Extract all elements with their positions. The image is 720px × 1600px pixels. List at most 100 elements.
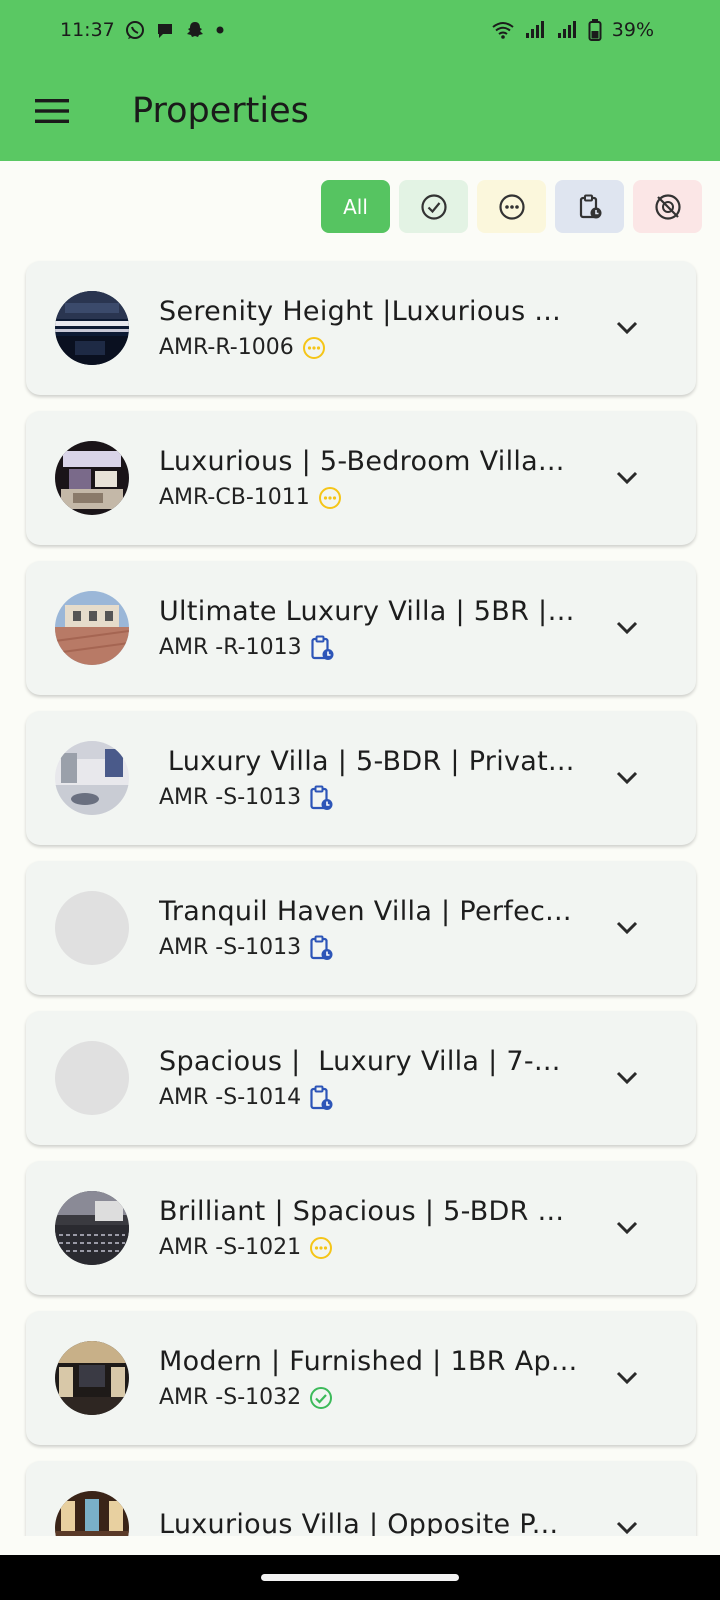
property-code: AMR -S-1013 (159, 935, 302, 960)
property-info: Serenity Height |Luxurious ... AMR-R-100… (159, 296, 579, 360)
filter-all-button[interactable]: All (321, 180, 390, 233)
filter-pending-button[interactable] (477, 180, 546, 233)
property-card[interactable]: Ultimate Luxury Villa | 5BR | ... AMR -R… (26, 561, 696, 695)
scheduled-status-icon (310, 1085, 333, 1110)
property-info: Luxurious | 5-Bedroom Villa... AMR-CB-10… (159, 446, 579, 510)
expand-button[interactable] (612, 763, 642, 793)
expand-button[interactable] (612, 463, 642, 493)
property-title: Ultimate Luxury Villa | 5BR | ... (159, 595, 579, 627)
more-circle-icon (498, 193, 525, 220)
scheduled-status-icon (310, 785, 333, 810)
expand-button[interactable] (612, 313, 642, 343)
property-code: AMR -S-1013 (159, 785, 302, 810)
property-title: Tranquil Haven Villa | Perfec... (159, 895, 572, 927)
battery-percent: 39% (611, 19, 654, 41)
filter-inactive-button[interactable] (633, 180, 702, 233)
dot-icon (215, 25, 225, 35)
scheduled-status-icon (310, 935, 333, 960)
list-bottom-mask (0, 1536, 720, 1555)
filter-all-label: All (343, 194, 368, 219)
property-thumbnail (55, 291, 129, 365)
menu-button[interactable] (22, 81, 82, 141)
property-thumbnail (55, 741, 129, 815)
chevron-down-icon (616, 771, 638, 785)
battery-icon (588, 19, 602, 41)
page-title: Properties (132, 90, 309, 131)
property-card[interactable]: Tranquil Haven Villa | Perfec... AMR -S-… (26, 861, 696, 995)
property-thumbnail-placeholder (55, 1041, 129, 1115)
property-code: AMR-CB-1011 (159, 485, 310, 510)
property-title: Luxurious | 5-Bedroom Villa... (159, 446, 565, 477)
chevron-down-icon (616, 1221, 638, 1235)
home-gesture-pill[interactable] (261, 1574, 459, 1581)
snapchat-icon (185, 20, 205, 40)
property-code-row: AMR -S-1013 (159, 935, 579, 961)
property-info: Ultimate Luxury Villa | 5BR | ... AMR -R… (159, 596, 579, 661)
wifi-icon (492, 20, 514, 40)
chevron-down-icon (616, 921, 638, 935)
pending-status-icon (318, 486, 341, 509)
pending-status-icon (310, 1236, 333, 1259)
property-card[interactable]: Brilliant | Spacious | 5-BDR ... AMR -S-… (26, 1161, 696, 1295)
property-code-row: AMR -S-1032 (159, 1385, 579, 1410)
approved-status-icon (310, 1386, 333, 1409)
chevron-down-icon (616, 471, 638, 485)
property-card[interactable]: Spacious | Luxury Villa | 7-... AMR -S-1… (26, 1011, 696, 1145)
property-code-row: AMR -S-1013 (159, 785, 579, 811)
property-code-row: AMR -S-1021 (159, 1235, 579, 1260)
property-code-row: AMR -S-1014 (159, 1085, 579, 1111)
property-thumbnail (55, 591, 129, 665)
property-card[interactable]: Luxury Villa | 5-BDR | Privat... AMR -S-… (26, 711, 696, 845)
status-left: 11:37 (60, 19, 225, 41)
property-card[interactable]: Luxurious | 5-Bedroom Villa... AMR-CB-10… (26, 411, 696, 545)
property-info: Modern | Furnished | 1BR Ap... AMR -S-10… (159, 1346, 579, 1410)
property-list: Serenity Height |Luxurious ... AMR-R-100… (26, 261, 696, 1600)
scheduled-status-icon (310, 635, 334, 660)
expand-button[interactable] (612, 913, 642, 943)
menu-icon (35, 98, 69, 123)
property-title: Serenity Height |Luxurious ... (159, 296, 561, 327)
property-code-row: AMR-R-1006 (159, 335, 579, 360)
property-code-row: AMR-CB-1011 (159, 485, 579, 510)
expand-button[interactable] (612, 1363, 642, 1393)
chevron-down-icon (616, 1371, 638, 1385)
property-title: Spacious | Luxury Villa | 7-... (159, 1045, 561, 1077)
slash-circle-icon (654, 193, 681, 220)
property-info: Luxury Villa | 5-BDR | Privat... AMR -S-… (159, 746, 579, 811)
expand-button[interactable] (612, 1063, 642, 1093)
status-filter-bar: All (321, 180, 702, 233)
property-code: AMR -S-1021 (159, 1235, 302, 1260)
property-title: Brilliant | Spacious | 5-BDR ... (159, 1196, 565, 1227)
property-code: AMR-R-1006 (159, 335, 294, 360)
property-info: Brilliant | Spacious | 5-BDR ... AMR -S-… (159, 1196, 579, 1260)
filter-scheduled-button[interactable] (555, 180, 624, 233)
chevron-down-icon (616, 621, 638, 635)
property-card[interactable]: Modern | Furnished | 1BR Ap... AMR -S-10… (26, 1311, 696, 1445)
property-info: Spacious | Luxury Villa | 7-... AMR -S-1… (159, 1046, 579, 1111)
property-thumbnail-placeholder (55, 891, 129, 965)
app-bar: Properties (0, 60, 720, 161)
chevron-down-icon (616, 321, 638, 335)
property-title: Luxury Villa | 5-BDR | Privat... (159, 745, 575, 777)
pending-status-icon (302, 336, 325, 359)
signal-icon (556, 20, 578, 40)
property-thumbnail (55, 441, 129, 515)
property-card[interactable]: Serenity Height |Luxurious ... AMR-R-100… (26, 261, 696, 395)
property-code: AMR -R-1013 (159, 635, 302, 660)
status-bar: 11:37 39% (0, 0, 720, 60)
property-title: Luxurious Villa | Opposite P... (159, 1508, 559, 1540)
property-code: AMR -S-1014 (159, 1085, 302, 1110)
property-info: Tranquil Haven Villa | Perfec... AMR -S-… (159, 896, 579, 961)
filter-approved-button[interactable] (399, 180, 468, 233)
property-code-row: AMR -R-1013 (159, 635, 579, 661)
property-thumbnail (55, 1341, 129, 1415)
status-time: 11:37 (60, 19, 115, 41)
expand-button[interactable] (612, 613, 642, 643)
chevron-down-icon (616, 1521, 638, 1535)
expand-button[interactable] (612, 1213, 642, 1243)
property-thumbnail (55, 1191, 129, 1265)
property-code: AMR -S-1032 (159, 1385, 302, 1410)
message-icon (155, 20, 175, 40)
status-right: 39% (492, 19, 654, 41)
signal-icon (524, 20, 546, 40)
